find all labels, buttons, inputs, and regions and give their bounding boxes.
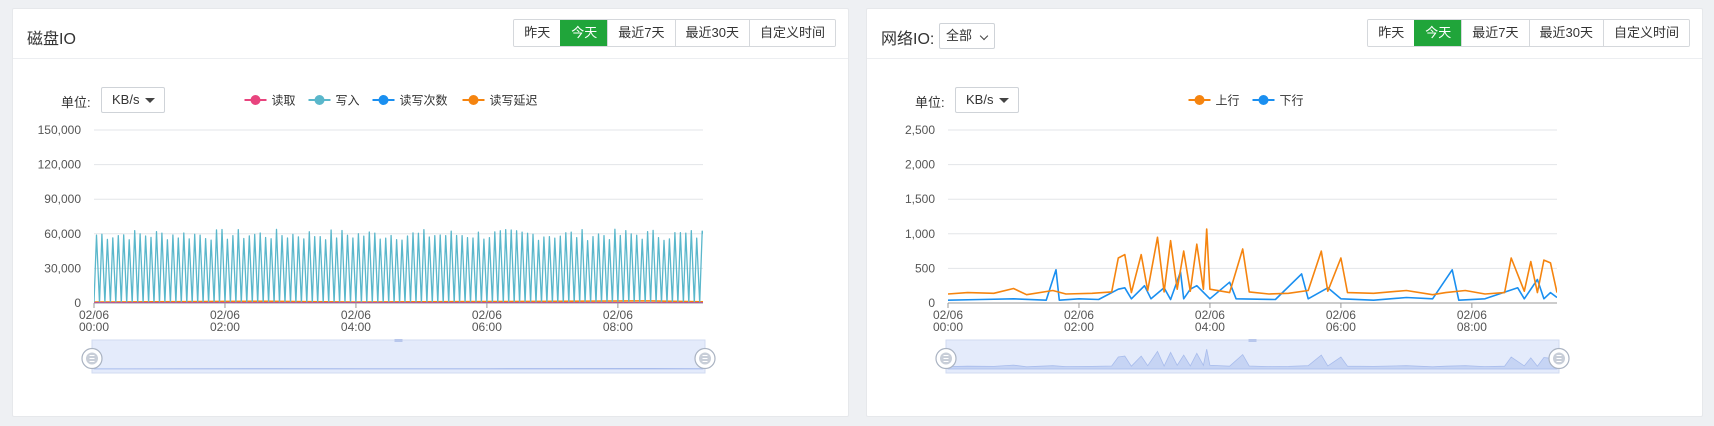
disk-legend-item[interactable]: 读取 [244, 94, 296, 108]
net-x-tick-label: 00:00 [933, 320, 963, 334]
net-zoom-slider[interactable] [935, 339, 1570, 374]
net-legend: 上行 下行 [1188, 94, 1304, 108]
disk-y-tick-label: 60,000 [44, 227, 81, 241]
net-legend-marker [1258, 95, 1269, 105]
net-y-tick-label: 2,000 [905, 158, 935, 172]
disk-tab-custom-time[interactable]: 自定义时间 [748, 20, 835, 46]
net-tab-custom-time[interactable]: 自定义时间 [1602, 20, 1689, 46]
net-legend-marker [1194, 95, 1205, 105]
disk-zoom-slider[interactable] [81, 339, 716, 374]
net-series-line [948, 269, 1557, 301]
disk-io-panel: 磁盘IO 昨天 今天 最近7天 最近30天 自定义时间 单位: KB/s 读取写… [12, 8, 849, 417]
disk-io-title: 磁盘IO [27, 31, 76, 48]
net-slider-grip [1248, 339, 1257, 342]
net-x-tick-label: 04:00 [1195, 320, 1225, 334]
disk-legend-label: 写入 [336, 94, 360, 108]
disk-legend-marker [250, 95, 261, 105]
disk-slider-left-handle[interactable] [81, 347, 103, 370]
net-legend-label: 上行 [1216, 94, 1240, 108]
disk-x-tick-label: 02:00 [210, 320, 240, 334]
net-y-tick-label: 2,500 [905, 123, 935, 137]
disk-slider-right-handle[interactable] [694, 347, 716, 370]
disk-legend-item[interactable]: 读写次数 [372, 93, 448, 108]
disk-tab-last-30-days[interactable]: 最近30天 [674, 20, 749, 46]
net-legend-label: 下行 [1280, 94, 1304, 108]
disk-y-tick-label: 120,000 [38, 158, 82, 172]
disk-slider-preview [93, 367, 704, 370]
net-tab-last-30-days[interactable]: 最近30天 [1528, 20, 1603, 46]
disk-legend-item[interactable]: 写入 [308, 94, 360, 108]
disk-legend: 读取 写入 读写次数 读写延迟 [244, 93, 538, 108]
disk-io-header: 磁盘IO 昨天 今天 最近7天 最近30天 自定义时间 [13, 9, 848, 59]
net-legend-item[interactable]: 上行 [1188, 94, 1240, 108]
disk-io-chart: 读取 写入 读写次数 读写延迟030,00060,00090,000120,00015… [38, 93, 716, 374]
net-x-tick-label: 08:00 [1457, 320, 1487, 334]
disk-legend-label: 读写延迟 [490, 94, 538, 108]
disk-x-tick-label: 04:00 [341, 320, 371, 334]
network-io-title: 网络IO: [881, 31, 935, 48]
disk-y-tick-label: 30,000 [44, 261, 81, 275]
network-io-chart: 上行 下行05001,0001,5002,0002,50002/0600:0002… [905, 94, 1570, 374]
net-series-group [948, 228, 1557, 301]
disk-series-group [94, 228, 703, 303]
network-io-panel: 网络IO: 全部 昨天 今天 最近7天 最近30天 自定义时间 单位: KB/s… [866, 8, 1703, 417]
disk-time-range-tabs: 昨天 今天 最近7天 最近30天 自定义时间 [513, 19, 836, 47]
network-interface-select[interactable]: 全部 [939, 23, 996, 49]
disk-legend-marker [314, 95, 325, 105]
disk-y-tick-label: 90,000 [44, 192, 81, 206]
net-tab-yesterday[interactable]: 昨天 [1368, 20, 1415, 46]
net-tab-today[interactable]: 今天 [1414, 20, 1462, 46]
net-series-line [948, 228, 1557, 296]
net-time-range-tabs: 昨天 今天 最近7天 最近30天 自定义时间 [1367, 19, 1690, 47]
disk-x-tick-label: 08:00 [603, 320, 633, 334]
disk-tab-yesterday[interactable]: 昨天 [514, 20, 561, 46]
disk-tab-today[interactable]: 今天 [560, 20, 608, 46]
disk-series-line [94, 300, 703, 303]
net-x-tick-label: 06:00 [1326, 320, 1356, 334]
disk-legend-label: 读写次数 [400, 93, 448, 108]
disk-x-tick-label: 00:00 [79, 320, 109, 334]
net-tab-last-7-days[interactable]: 最近7天 [1461, 20, 1529, 46]
disk-tab-last-7-days[interactable]: 最近7天 [607, 20, 675, 46]
net-legend-item[interactable]: 下行 [1252, 94, 1304, 108]
network-io-header: 网络IO: 全部 昨天 今天 最近7天 最近30天 自定义时间 [867, 9, 1702, 59]
network-interface-value: 全部 [946, 28, 973, 43]
disk-legend-marker [468, 95, 479, 105]
disk-legend-label: 读取 [272, 94, 296, 108]
net-y-tick-label: 1,500 [905, 192, 935, 206]
disk-series-line [94, 228, 703, 303]
disk-y-tick-label: 150,000 [38, 123, 82, 137]
net-y-tick-label: 500 [915, 261, 935, 275]
net-slider-right-handle[interactable] [1548, 347, 1570, 370]
net-x-tick-label: 02:00 [1064, 320, 1094, 334]
net-slider-left-handle[interactable] [935, 347, 957, 370]
net-y-tick-label: 1,000 [905, 227, 935, 241]
disk-x-tick-label: 06:00 [472, 320, 502, 334]
disk-slider-grip [394, 339, 403, 342]
disk-legend-marker [378, 95, 389, 105]
disk-legend-item[interactable]: 读写延迟 [462, 94, 538, 108]
